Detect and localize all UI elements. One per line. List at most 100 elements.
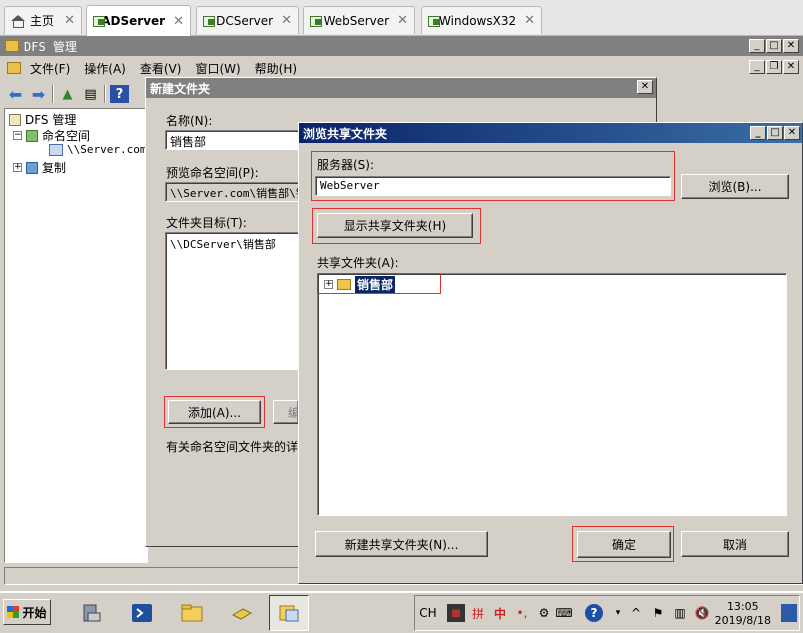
tools-icon [231,608,253,620]
window-controls: _ □ ✕ [749,39,799,53]
clock[interactable]: 13:05 2019/8/18 [715,600,771,628]
replication-icon [26,161,38,174]
tab-adserver[interactable]: ADServer ✕ [86,5,191,36]
expand-icon[interactable]: + [13,163,22,172]
dfs-management-icon [279,605,299,622]
tab-home[interactable]: 主页 ✕ [4,6,82,34]
shared-folder-icon [337,279,351,290]
tree-label: 命名空间 [42,129,91,143]
ime-language[interactable]: 中 [491,604,509,622]
browse-dialog-titlebar: 浏览共享文件夹 _ □ ✕ [299,123,802,143]
preview-field: \\Server.com\销售部\销 [165,182,300,202]
softkeyboard-icon[interactable]: ⌨ [555,604,573,622]
help-icon[interactable]: ? [110,85,129,103]
tools-taskbar-button[interactable] [222,595,262,631]
namespace-server-icon [49,143,63,156]
tab-label: DCServer [216,13,274,28]
menu-help[interactable]: 帮助(H) [255,60,297,77]
close-icon[interactable]: ✕ [64,13,75,28]
menu-view[interactable]: 查看(V) [140,60,182,77]
ime-settings-icon[interactable]: ⚙ [535,604,553,622]
action-center-flag-icon[interactable]: ⚑ [649,604,667,622]
vm-icon [310,15,322,27]
menu-action[interactable]: 操作(A) [84,60,126,77]
network-icon[interactable]: ▥ [671,604,689,622]
tree-node-replication[interactable]: + 复制 [13,159,66,176]
name-label: 名称(N): [166,114,213,128]
explorer-taskbar-button[interactable] [172,595,212,631]
punctuation-icon[interactable]: •, [513,604,531,622]
ime-toolbar-icon[interactable]: ▦ [447,604,465,622]
tree-label: DFS 管理 [25,113,77,127]
show-desktop-icon[interactable] [781,604,797,622]
new-folder-titlebar: 新建文件夹 ✕ [146,78,656,98]
menu-window[interactable]: 窗口(W) [195,60,240,77]
browse-shared-folders-dialog: 浏览共享文件夹 _ □ ✕ 服务器(S): WebServer 浏览(B)...… [298,122,803,584]
tree-node-namespaces[interactable]: − 命名空间 [13,127,90,144]
add-target-button[interactable]: 添加(A)... [168,400,261,424]
close-button[interactable]: ✕ [783,60,799,74]
clock-time: 13:05 [726,600,759,613]
dialog-title: 浏览共享文件夹 [303,126,388,141]
show-hide-tree-icon[interactable]: ▤ [81,85,100,103]
tree-node-dfs-root[interactable]: DFS 管理 [9,111,76,128]
start-button[interactable]: 开始 [3,599,51,625]
tab-dcserver[interactable]: DCServer ✕ [196,6,299,34]
dialog-title: 新建文件夹 [150,81,211,96]
menu-file[interactable]: 文件(F) [30,60,70,77]
powershell-taskbar-button[interactable] [122,595,162,631]
minimize-button[interactable]: _ [749,60,765,74]
close-icon[interactable]: ✕ [524,13,535,28]
server-manager-taskbar-button[interactable] [72,595,112,631]
help-icon[interactable]: ? [585,604,603,622]
maximize-button[interactable]: □ [766,39,782,53]
minimize-button[interactable]: _ [750,126,766,140]
ime-pinyin-icon[interactable]: 拼 [469,604,487,622]
close-icon[interactable]: ✕ [173,14,184,29]
ok-button[interactable]: 确定 [577,531,671,558]
folder-targets-list[interactable]: \\DCServer\销售部 [165,232,300,370]
forward-arrow-icon[interactable]: ➡ [29,85,48,104]
maximize-button[interactable]: □ [767,126,783,140]
namespace-icon [26,129,38,142]
vm-icon [203,15,216,27]
tab-label: WindowsX32 [439,13,517,28]
back-arrow-icon[interactable]: ⬅ [6,85,25,104]
expand-icon[interactable]: + [324,280,333,289]
dfs-taskbar-button[interactable] [269,595,309,631]
name-field[interactable]: 销售部 [165,130,300,150]
tree-label: \\Server.com\ [67,143,154,156]
collapse-icon[interactable]: − [13,131,22,140]
show-shared-folders-button[interactable]: 显示共享文件夹(H) [317,213,473,238]
tab-windowsx32[interactable]: WindowsX32 ✕ [421,6,542,34]
show-hidden-icons[interactable]: ^ [627,604,645,622]
cancel-button[interactable]: 取消 [681,531,789,557]
tree-node-share[interactable]: + 销售部 [324,276,396,293]
minimize-button[interactable]: _ [749,39,765,53]
server-manager-icon [83,604,101,622]
tab-label: WebServer [323,13,390,28]
system-tray: CH ▦ 拼 中 •, ⚙ ⌨ ? ▾ ^ ⚑ ▥ 🔇 13:05 2019/8… [414,595,800,631]
vm-icon [93,15,107,27]
edit-target-button[interactable]: 编 [273,400,299,424]
close-icon[interactable]: ✕ [281,13,292,28]
ime-indicator[interactable]: CH [419,604,437,622]
tree-node-namespace-item[interactable]: \\Server.com\ [49,143,153,156]
folder-icon [181,604,203,622]
tab-webserver[interactable]: WebServer ✕ [303,6,415,34]
close-button[interactable]: ✕ [783,39,799,53]
list-item[interactable]: \\DCServer\销售部 [170,236,295,252]
new-shared-folder-button[interactable]: 新建共享文件夹(N)... [315,531,488,557]
browse-server-button[interactable]: 浏览(B)... [681,174,789,199]
preview-label: 预览命名空间(P): [166,166,259,180]
close-button[interactable]: ✕ [784,126,800,140]
up-folder-icon[interactable]: ▲ [58,85,77,103]
close-button[interactable]: ✕ [637,80,653,94]
options-arrow-icon[interactable]: ▾ [609,604,627,622]
toolbar-separator [52,85,54,103]
volume-muted-icon[interactable]: 🔇 [693,604,711,622]
restore-button[interactable]: ❐ [766,60,782,74]
window-controls: _ □ ✕ [750,126,800,140]
server-input[interactable]: WebServer [315,176,671,196]
close-icon[interactable]: ✕ [397,13,408,28]
